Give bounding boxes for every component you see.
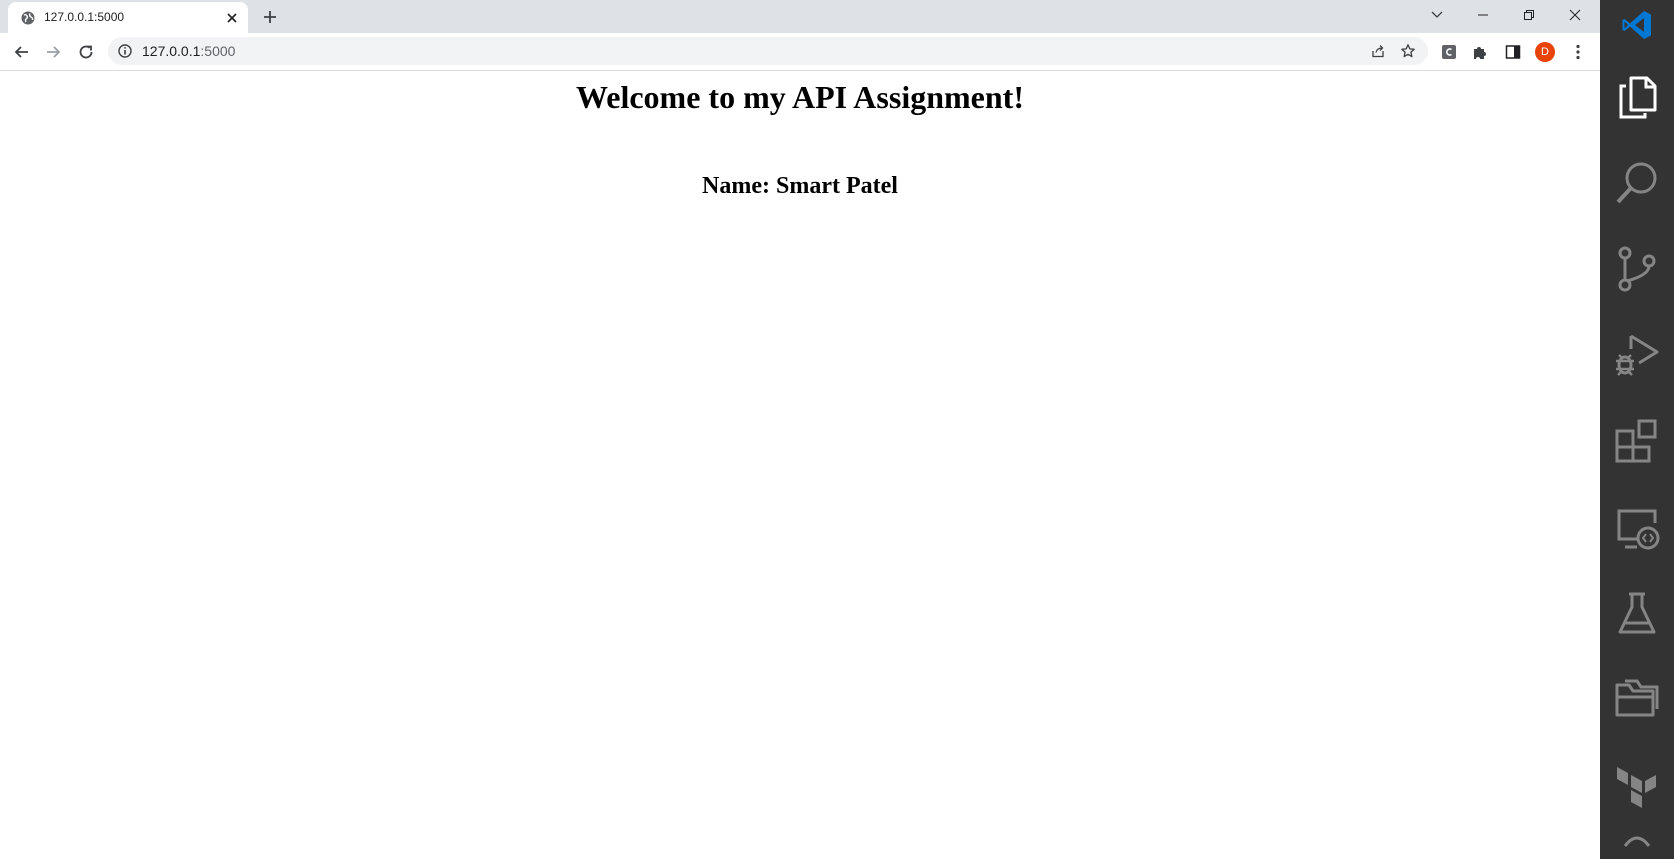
terraform-icon	[1617, 767, 1656, 808]
c-extension-icon	[1442, 45, 1456, 59]
search-icon	[1616, 162, 1657, 204]
vscode-logo-icon	[1622, 11, 1651, 39]
share-icon[interactable]	[1370, 43, 1386, 59]
back-button[interactable]	[10, 40, 34, 64]
activity-source-control[interactable]	[1600, 226, 1674, 312]
menu-button[interactable]	[1568, 42, 1588, 62]
minimize-button[interactable]	[1460, 0, 1506, 30]
explorer-icon	[1619, 76, 1657, 119]
kebab-menu-icon	[1576, 44, 1580, 60]
activity-explorer[interactable]	[1600, 54, 1674, 140]
arrow-right-icon	[47, 46, 61, 58]
extensions-icon	[1615, 419, 1657, 463]
info-icon[interactable]	[117, 43, 133, 59]
remote-explorer-icon	[1617, 509, 1660, 550]
vscode-logo	[1600, 0, 1674, 50]
puzzle-icon	[1474, 47, 1486, 59]
address-bar[interactable]: 127.0.0.1:5000	[108, 37, 1428, 65]
name-heading: Name: Smart Patel	[702, 173, 898, 199]
close-window-button[interactable]	[1552, 0, 1598, 30]
partial-icon	[1623, 836, 1651, 847]
close-icon	[1569, 9, 1581, 21]
activity-remote-explorer[interactable]	[1600, 484, 1674, 570]
new-tab-icon[interactable]	[260, 7, 280, 27]
url-host: 127.0.0.1	[142, 43, 201, 59]
arrow-left-icon	[14, 46, 28, 58]
activity-extensions[interactable]	[1600, 398, 1674, 484]
bookmark-star-icon[interactable]	[1400, 43, 1416, 59]
minimize-icon	[1478, 14, 1488, 16]
side-panel-icon	[1505, 45, 1521, 59]
activity-more[interactable]	[1600, 828, 1674, 868]
page-viewport: Welcome to my API Assignment! Name: Smar…	[0, 71, 1600, 859]
tab-title: 127.0.0.1:5000	[44, 10, 125, 24]
browser-tab[interactable]: 127.0.0.1:5000	[8, 2, 248, 33]
url-text[interactable]: 127.0.0.1:5000	[142, 37, 742, 65]
activity-search[interactable]	[1600, 140, 1674, 226]
activity-folder[interactable]	[1600, 656, 1674, 742]
restore-icon	[1524, 10, 1534, 20]
url-port: :5000	[200, 43, 236, 59]
forward-button[interactable]	[41, 40, 65, 64]
close-tab-icon[interactable]	[224, 10, 240, 26]
source-control-icon	[1618, 246, 1656, 292]
activity-terraform[interactable]	[1600, 742, 1674, 828]
extensions-button[interactable]	[1470, 42, 1490, 62]
profile-avatar[interactable]: D	[1535, 42, 1555, 62]
restore-button[interactable]	[1506, 0, 1552, 30]
activity-testing[interactable]	[1600, 570, 1674, 656]
folder-icon	[1615, 679, 1659, 717]
reload-button[interactable]	[74, 40, 98, 64]
activity-run-debug[interactable]	[1600, 312, 1674, 398]
browser-toolbar: 127.0.0.1:5000 D	[0, 33, 1600, 71]
testing-icon	[1618, 592, 1656, 634]
extension-c-button[interactable]	[1439, 42, 1459, 62]
tab-strip: 127.0.0.1:5000	[0, 0, 1600, 33]
vscode-activity-bar	[1600, 0, 1674, 859]
reload-icon	[79, 45, 93, 59]
run-debug-icon	[1616, 334, 1659, 376]
chevron-down-icon	[1431, 11, 1443, 18]
page-title: Welcome to my API Assignment!	[576, 79, 1024, 115]
side-panel-button[interactable]	[1503, 42, 1523, 62]
tab-search-button[interactable]	[1414, 0, 1460, 30]
globe-icon	[21, 11, 35, 25]
browser-window: 127.0.0.1:5000 127.0.0.1:5000 D Welcome …	[0, 0, 1600, 859]
